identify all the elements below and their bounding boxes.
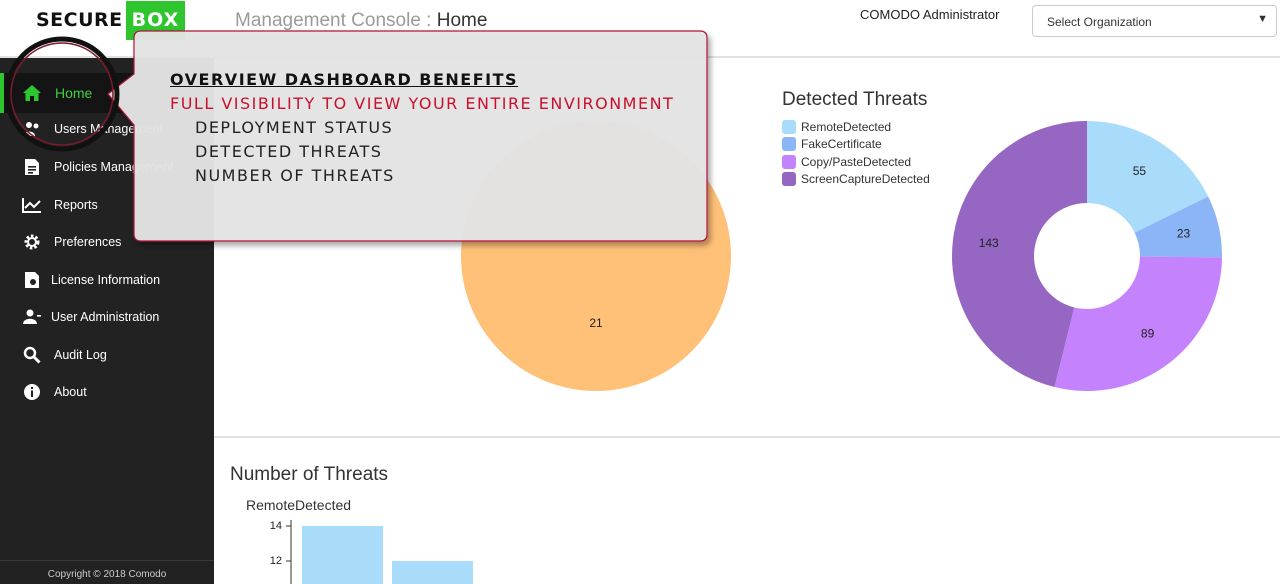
bar-y-tick-label: 12 (270, 555, 282, 567)
bar (302, 526, 383, 584)
bar (392, 561, 473, 584)
doughnut-data-label: 23 (1177, 226, 1191, 240)
bar-y-tick-label: 14 (270, 520, 282, 532)
callout-item: DEPLOYMENT STATUS (195, 118, 394, 137)
pie-data-label: 21 (589, 316, 603, 330)
callout-title: OVERVIEW DASHBOARD BENEFITS (170, 70, 519, 89)
doughnut-data-label: 143 (979, 236, 999, 250)
callout-item: DETECTED THREATS (195, 142, 383, 161)
callout-subtitle: FULL VISIBILITY TO VIEW YOUR ENTIRE ENVI… (170, 94, 675, 113)
doughnut-data-label: 55 (1133, 164, 1147, 178)
callout-item: NUMBER OF THREATS (195, 166, 395, 185)
callout-text: OVERVIEW DASHBOARD BENEFITS FULL VISIBIL… (170, 70, 674, 190)
doughnut-data-label: 89 (1141, 326, 1155, 340)
app-window: SECURE BOX Management Console : Home COM… (0, 0, 1280, 584)
doughnut-slice (1054, 256, 1222, 391)
